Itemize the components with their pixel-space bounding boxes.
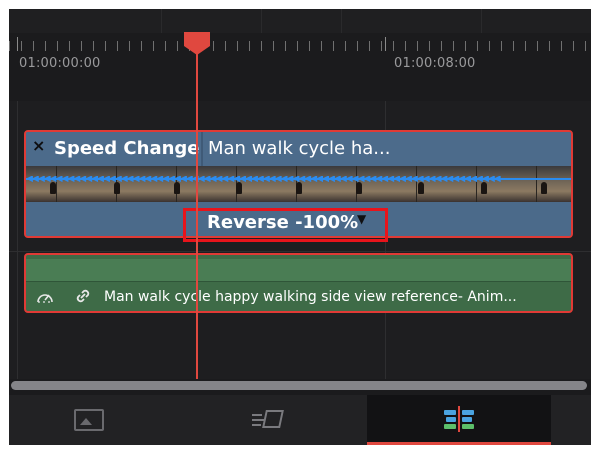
reverse-arrows-icon: ◀◀◀◀◀◀◀◀◀◀◀◀◀◀◀◀◀◀◀◀◀◀◀◀◀◀◀◀◀◀◀◀◀◀◀◀◀◀◀◀… [26,176,501,182]
top-panel-strip [9,9,591,33]
ruler-ticks [9,41,591,51]
audio-clip[interactable]: Man walk cycle happy walking side view r… [24,253,573,313]
tab-media[interactable] [9,395,169,445]
scrollbar-thumb[interactable] [11,381,587,390]
timeline-ruler[interactable]: 01:00:00:00 01:00:08:00 [9,33,591,102]
playhead-marker [184,46,210,55]
edit-page-icon [442,405,476,432]
page-navigation-bar [9,395,591,445]
track-divider [9,251,591,252]
audio-waveform-band [26,259,571,282]
cut-page-icon [252,410,284,430]
ruler-major-tick [385,37,386,51]
video-clip-name: Man walk cycle ha... [208,138,391,159]
speed-dropdown[interactable]: Reverse -100% [207,212,358,233]
audio-clip-name: Man walk cycle happy walking side view r… [104,289,517,305]
tab-edit[interactable] [367,395,551,445]
horizontal-scrollbar[interactable] [9,379,591,393]
timecode-label: 01:00:08:00 [394,56,476,71]
header-separator [201,132,203,166]
timeline-window: 01:00:00:00 01:00:08:00 × Speed Change M… [9,9,591,445]
playhead-line[interactable] [196,33,198,379]
video-clip-header: × Speed Change Man walk cycle ha... [26,132,571,166]
chevron-down-icon[interactable]: ▼ [357,212,366,226]
speed-change-label: Speed Change [54,138,200,159]
close-icon[interactable]: × [32,136,45,155]
speedometer-icon [36,289,54,309]
timecode-label: 01:00:00:00 [19,56,101,71]
playhead-handle[interactable] [184,32,210,46]
media-pool-icon [74,409,104,431]
ruler-major-tick [17,37,18,51]
tab-cut[interactable] [169,395,367,445]
filmstrip-thumbnails: ◀◀◀◀◀◀◀◀◀◀◀◀◀◀◀◀◀◀◀◀◀◀◀◀◀◀◀◀◀◀◀◀◀◀◀◀◀◀◀◀… [26,166,571,202]
link-icon [74,287,92,309]
grid-line [17,101,18,387]
